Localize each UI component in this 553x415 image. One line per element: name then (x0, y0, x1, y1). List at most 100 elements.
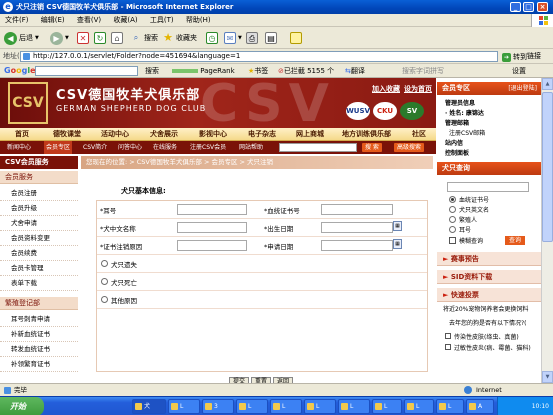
vertical-scrollbar[interactable]: ▲ ▼ (541, 78, 553, 383)
google-search-button[interactable]: 搜索 (145, 64, 159, 78)
subnav-news[interactable]: 新闻中心 (7, 141, 31, 154)
menu-view[interactable]: 查看(V) (72, 14, 106, 27)
taskbar-item[interactable]: L (404, 399, 434, 414)
taskbar-item[interactable]: L (168, 399, 200, 414)
nav-magazine[interactable]: 电子杂志 (248, 128, 276, 141)
taskbar-item[interactable]: 犬 (132, 399, 166, 414)
menu-member-info-change[interactable]: 会员资料变更 (0, 231, 78, 246)
menu-transfer-pedigree[interactable]: 转发血统证书 (0, 342, 78, 357)
cancel-reason-input[interactable] (177, 240, 247, 251)
section-breeding-registry[interactable]: 繁殖登记部 (0, 297, 78, 310)
maximize-button[interactable]: □ (523, 2, 534, 12)
menu-help[interactable]: 帮助(H) (181, 14, 216, 27)
nav-home[interactable]: 首页 (15, 128, 29, 141)
menu-reissue-pedigree[interactable]: 补新血统证书 (0, 327, 78, 342)
stop-button[interactable]: ✕ (77, 30, 89, 46)
taskbar-item[interactable]: L (304, 399, 336, 414)
menu-favorites[interactable]: 收藏(A) (108, 14, 142, 27)
subnav-help[interactable]: 网站帮助 (239, 141, 263, 154)
refresh-button[interactable]: ↻ (94, 30, 106, 46)
dog-query-button[interactable]: 查询 (505, 236, 526, 245)
taskbar-item[interactable]: A (466, 399, 494, 414)
site-search-input[interactable] (279, 143, 357, 152)
reason-lost-radio[interactable] (101, 260, 108, 267)
birth-date-input[interactable] (321, 222, 393, 233)
dog-name-input[interactable] (177, 222, 247, 233)
dog-search-input[interactable] (447, 182, 529, 192)
site-search-button[interactable]: 搜 索 (362, 143, 382, 152)
search-by-name-radio[interactable] (449, 206, 456, 213)
taskbar-item[interactable]: 3 (202, 399, 234, 414)
menu-edit[interactable]: 编辑(E) (36, 14, 70, 27)
subnav-member-zone[interactable]: 会员专区 (44, 141, 73, 154)
search-by-pedigree-radio[interactable] (449, 196, 456, 203)
nav-shop[interactable]: 网上商城 (296, 128, 324, 141)
links-button[interactable]: 链接 (527, 49, 541, 64)
edit-button[interactable]: ▤ (265, 30, 277, 46)
set-homepage-link[interactable]: 设为首页 (404, 84, 432, 94)
reason-dead-radio[interactable] (101, 278, 108, 285)
discuss-button[interactable] (290, 30, 302, 46)
back-button[interactable]: ◀ 后退 ▼ (4, 30, 39, 46)
cku-logo[interactable]: CKU (373, 102, 397, 120)
print-button[interactable]: ⎙ (246, 30, 258, 46)
nav-events[interactable]: 活动中心 (101, 128, 129, 141)
menu-member-register[interactable]: 会员注册 (0, 186, 78, 201)
menu-member-card[interactable]: 会员卡管理 (0, 261, 78, 276)
address-input[interactable]: http://127.0.0.1/servlet/Folder?node=451… (20, 51, 498, 62)
minimize-button[interactable]: _ (510, 2, 521, 12)
scroll-thumb[interactable] (542, 92, 553, 242)
taskbar-item[interactable]: L (236, 399, 268, 414)
menu-kennel-apply[interactable]: 犬舍申请 (0, 216, 78, 231)
calendar-icon[interactable]: ▦ (393, 221, 402, 231)
add-favorite-link[interactable]: 加入收藏 (372, 84, 400, 94)
home-button[interactable]: ⌂ (111, 30, 123, 46)
section-member-service[interactable]: 会员服务 (0, 171, 78, 184)
taskbar-item[interactable]: L (270, 399, 302, 414)
nav-training-clubs[interactable]: 地方训练俱乐部 (342, 128, 391, 141)
manage-mail-link[interactable]: 管理邮箱 (445, 118, 469, 127)
popup-blocker[interactable]: ⊘已拦截 5155 个 (278, 64, 334, 78)
reason-other-radio[interactable] (101, 296, 108, 303)
sid-download[interactable]: ► SID资料下载 (437, 270, 541, 284)
menu-breeding-cert[interactable]: 补领繁育证书 (0, 357, 78, 372)
taskbar-item[interactable]: L (338, 399, 370, 414)
find-field[interactable]: 搜索字词拼写 (402, 64, 444, 78)
google-settings-button[interactable]: 设置 (512, 64, 526, 78)
menu-tools[interactable]: 工具(T) (145, 14, 179, 27)
scroll-down-icon[interactable]: ▼ (542, 371, 553, 383)
register-mail-link[interactable]: 注册CSV邮箱 (449, 128, 485, 137)
menu-member-upgrade[interactable]: 会员升级 (0, 201, 78, 216)
subnav-qa[interactable]: 问答中心 (118, 141, 142, 154)
taskbar-item[interactable]: L (372, 399, 402, 414)
menu-ear-tattoo[interactable]: 耳号刺青申请 (0, 312, 78, 327)
apply-date-input[interactable] (321, 240, 393, 251)
vote-option-checkbox[interactable] (445, 344, 451, 350)
ear-no-input[interactable] (177, 204, 247, 215)
history-button[interactable]: ◷ (206, 30, 218, 46)
forward-button[interactable]: ▶ ▼ (50, 30, 69, 46)
translate-button[interactable]: ⇆翻译 (345, 64, 365, 78)
fuzzy-checkbox[interactable] (449, 237, 456, 244)
advanced-search-button[interactable]: 高级搜索 (394, 143, 425, 152)
events-notice[interactable]: ► 赛事预告 (437, 252, 541, 266)
menu-member-renew[interactable]: 会员续费 (0, 246, 78, 261)
subnav-register[interactable]: 注册CSV会员 (190, 141, 226, 154)
scroll-up-icon[interactable]: ▲ (542, 78, 553, 90)
menu-form-download[interactable]: 表单下载 (0, 276, 78, 291)
taskbar-item[interactable]: L (436, 399, 464, 414)
mail-button[interactable]: ✉ ▼ (224, 30, 242, 46)
favorites-button[interactable]: ★ 收藏夹 (162, 30, 197, 46)
nav-kennels[interactable]: 犬舍展示 (150, 128, 178, 141)
vote-option-checkbox[interactable] (445, 333, 451, 339)
wusv-logo[interactable]: WUSV (346, 102, 370, 120)
close-button[interactable]: × (537, 2, 548, 12)
menu-file[interactable]: 文件(F) (0, 14, 34, 27)
start-button[interactable]: 开始 (0, 397, 44, 415)
subnav-online-service[interactable]: 在线服务 (153, 141, 177, 154)
google-search-input[interactable] (35, 66, 138, 76)
search-by-ear-radio[interactable] (449, 226, 456, 233)
nav-community[interactable]: 社区 (412, 128, 426, 141)
nav-classroom[interactable]: 德牧课堂 (53, 128, 81, 141)
nav-media[interactable]: 影视中心 (199, 128, 227, 141)
